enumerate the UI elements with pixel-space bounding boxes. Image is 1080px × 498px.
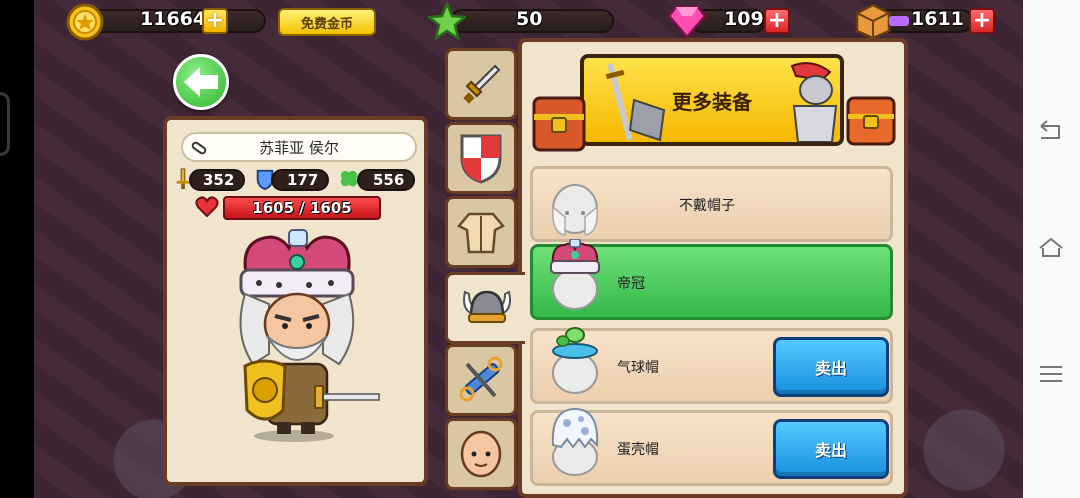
character-name-box[interactable]: 苏菲亚 侯尔 — [181, 132, 417, 162]
add-gold-button[interactable]: + — [202, 8, 228, 34]
crate-icon — [855, 3, 891, 39]
plus-icon: + — [767, 8, 787, 33]
menu-nav-icon[interactable] — [1037, 360, 1065, 388]
list-item-crown[interactable]: 帝冠 — [530, 239, 893, 320]
item-label: 蛋壳帽 — [617, 442, 659, 458]
tab-weapon[interactable] — [445, 48, 517, 120]
heart-icon — [195, 196, 219, 218]
shield-icon — [460, 134, 502, 184]
gold-counter: 11664 + — [66, 3, 266, 41]
crown-head-icon — [550, 239, 600, 310]
tab-hat[interactable] — [445, 272, 525, 344]
gem-counter: 109 + — [668, 5, 794, 39]
plus-icon: + — [972, 8, 992, 33]
add-box-button[interactable]: + — [969, 8, 995, 34]
eggshell-hat-head-icon — [551, 407, 599, 476]
luck-value: 556 — [373, 171, 405, 189]
clover-icon — [340, 170, 358, 187]
tab-hairstyle[interactable] — [445, 344, 517, 416]
box-progress — [889, 16, 909, 26]
tab-shield[interactable] — [445, 122, 517, 194]
more-equipment-button[interactable]: 更多装备 — [580, 54, 844, 146]
face-icon — [460, 430, 502, 478]
item-label: 帝冠 — [617, 276, 645, 292]
treasure-chest-right-icon — [846, 96, 896, 146]
viking-helmet-icon — [462, 290, 511, 323]
star-icon — [428, 2, 466, 40]
plus-icon: + — [205, 8, 225, 33]
sell-button[interactable]: 卖出 — [773, 337, 889, 397]
defense-value: 177 — [287, 171, 319, 189]
armor-icon — [457, 212, 505, 254]
character-portrait — [239, 229, 380, 442]
sword-icon — [463, 64, 501, 104]
home-nav-icon[interactable] — [1037, 234, 1065, 262]
star-counter: 50 — [428, 2, 614, 40]
back-button[interactable] — [173, 54, 229, 110]
knight-armor-icon — [790, 62, 838, 142]
add-gem-button[interactable]: + — [764, 8, 790, 34]
tab-armor[interactable] — [445, 196, 517, 268]
list-item-no-hat[interactable]: 不戴帽子 — [530, 166, 893, 242]
attack-value: 352 — [203, 171, 235, 189]
gem-value: 109 — [724, 8, 764, 30]
character-name: 苏菲亚 侯尔 — [259, 138, 339, 157]
free-gold-button[interactable]: 免费金币 — [278, 8, 376, 36]
luck-bar: 556 — [357, 169, 415, 191]
arrow-left-icon — [184, 67, 218, 97]
system-nav-bar — [1023, 0, 1080, 498]
star-value: 50 — [516, 8, 543, 30]
bald-head-icon — [552, 184, 598, 236]
gem-icon — [668, 5, 706, 39]
character-panel: 苏菲亚 侯尔 352 177 556 1605 / 1605 — [163, 116, 428, 486]
sell-button[interactable]: 卖出 — [773, 419, 889, 479]
balloon-hat-head-icon — [552, 327, 598, 394]
scissors-comb-icon — [459, 356, 503, 402]
gold-coin-icon — [66, 3, 104, 41]
treasure-chest-left-icon — [532, 96, 586, 152]
attack-bar: 352 — [189, 169, 245, 191]
box-value: 1611 — [911, 8, 964, 30]
defense-bar: 177 — [271, 169, 329, 191]
tab-face[interactable] — [445, 418, 517, 490]
hp-bar: 1605 / 1605 — [223, 196, 381, 220]
gold-value: 11664 — [140, 8, 207, 30]
item-label: 气球帽 — [617, 360, 659, 376]
back-nav-icon[interactable] — [1037, 116, 1065, 144]
list-item-balloon-hat[interactable]: 气球帽 卖出 — [530, 327, 893, 404]
list-item-eggshell-hat[interactable]: 蛋壳帽 卖出 — [530, 407, 893, 486]
item-label: 不戴帽子 — [679, 198, 735, 214]
box-counter: 1611 + — [855, 3, 999, 39]
left-edge — [0, 0, 34, 498]
left-notch — [0, 92, 10, 156]
hp-value: 1605 / 1605 — [252, 199, 352, 217]
